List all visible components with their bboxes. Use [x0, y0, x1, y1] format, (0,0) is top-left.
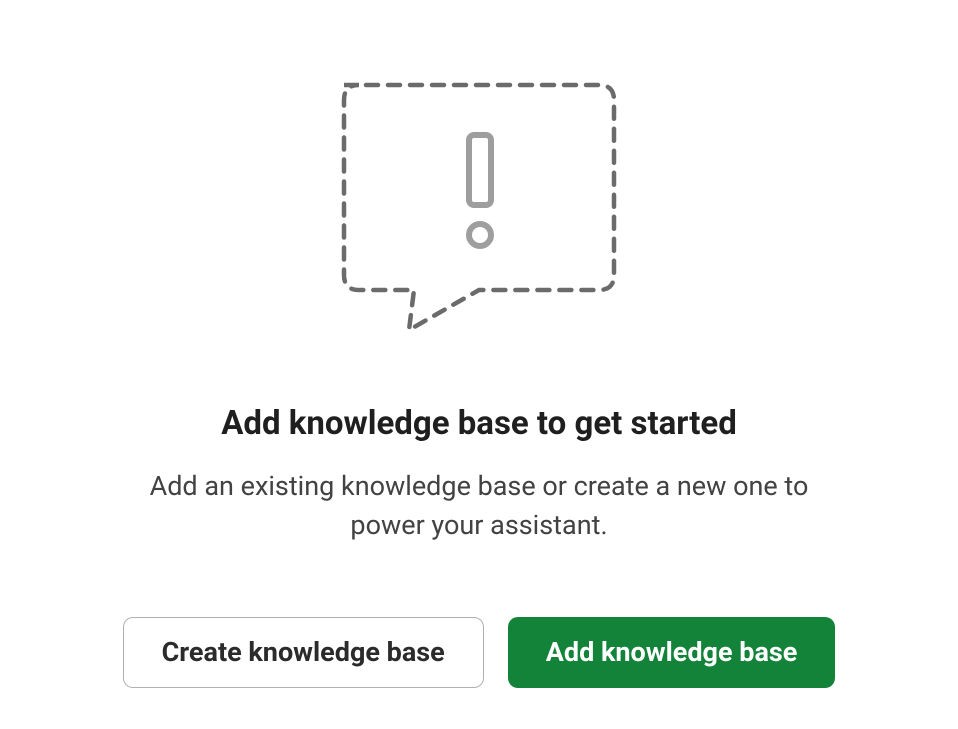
add-knowledge-base-button[interactable]: Add knowledge base — [508, 617, 836, 687]
empty-state-heading: Add knowledge base to get started — [221, 404, 737, 443]
empty-state-subheading: Add an existing knowledge base or create… — [119, 467, 839, 545]
button-row: Create knowledge base Add knowledge base — [123, 617, 836, 687]
create-knowledge-base-button[interactable]: Create knowledge base — [123, 617, 484, 687]
speech-bubble-exclamation-icon — [329, 70, 629, 354]
